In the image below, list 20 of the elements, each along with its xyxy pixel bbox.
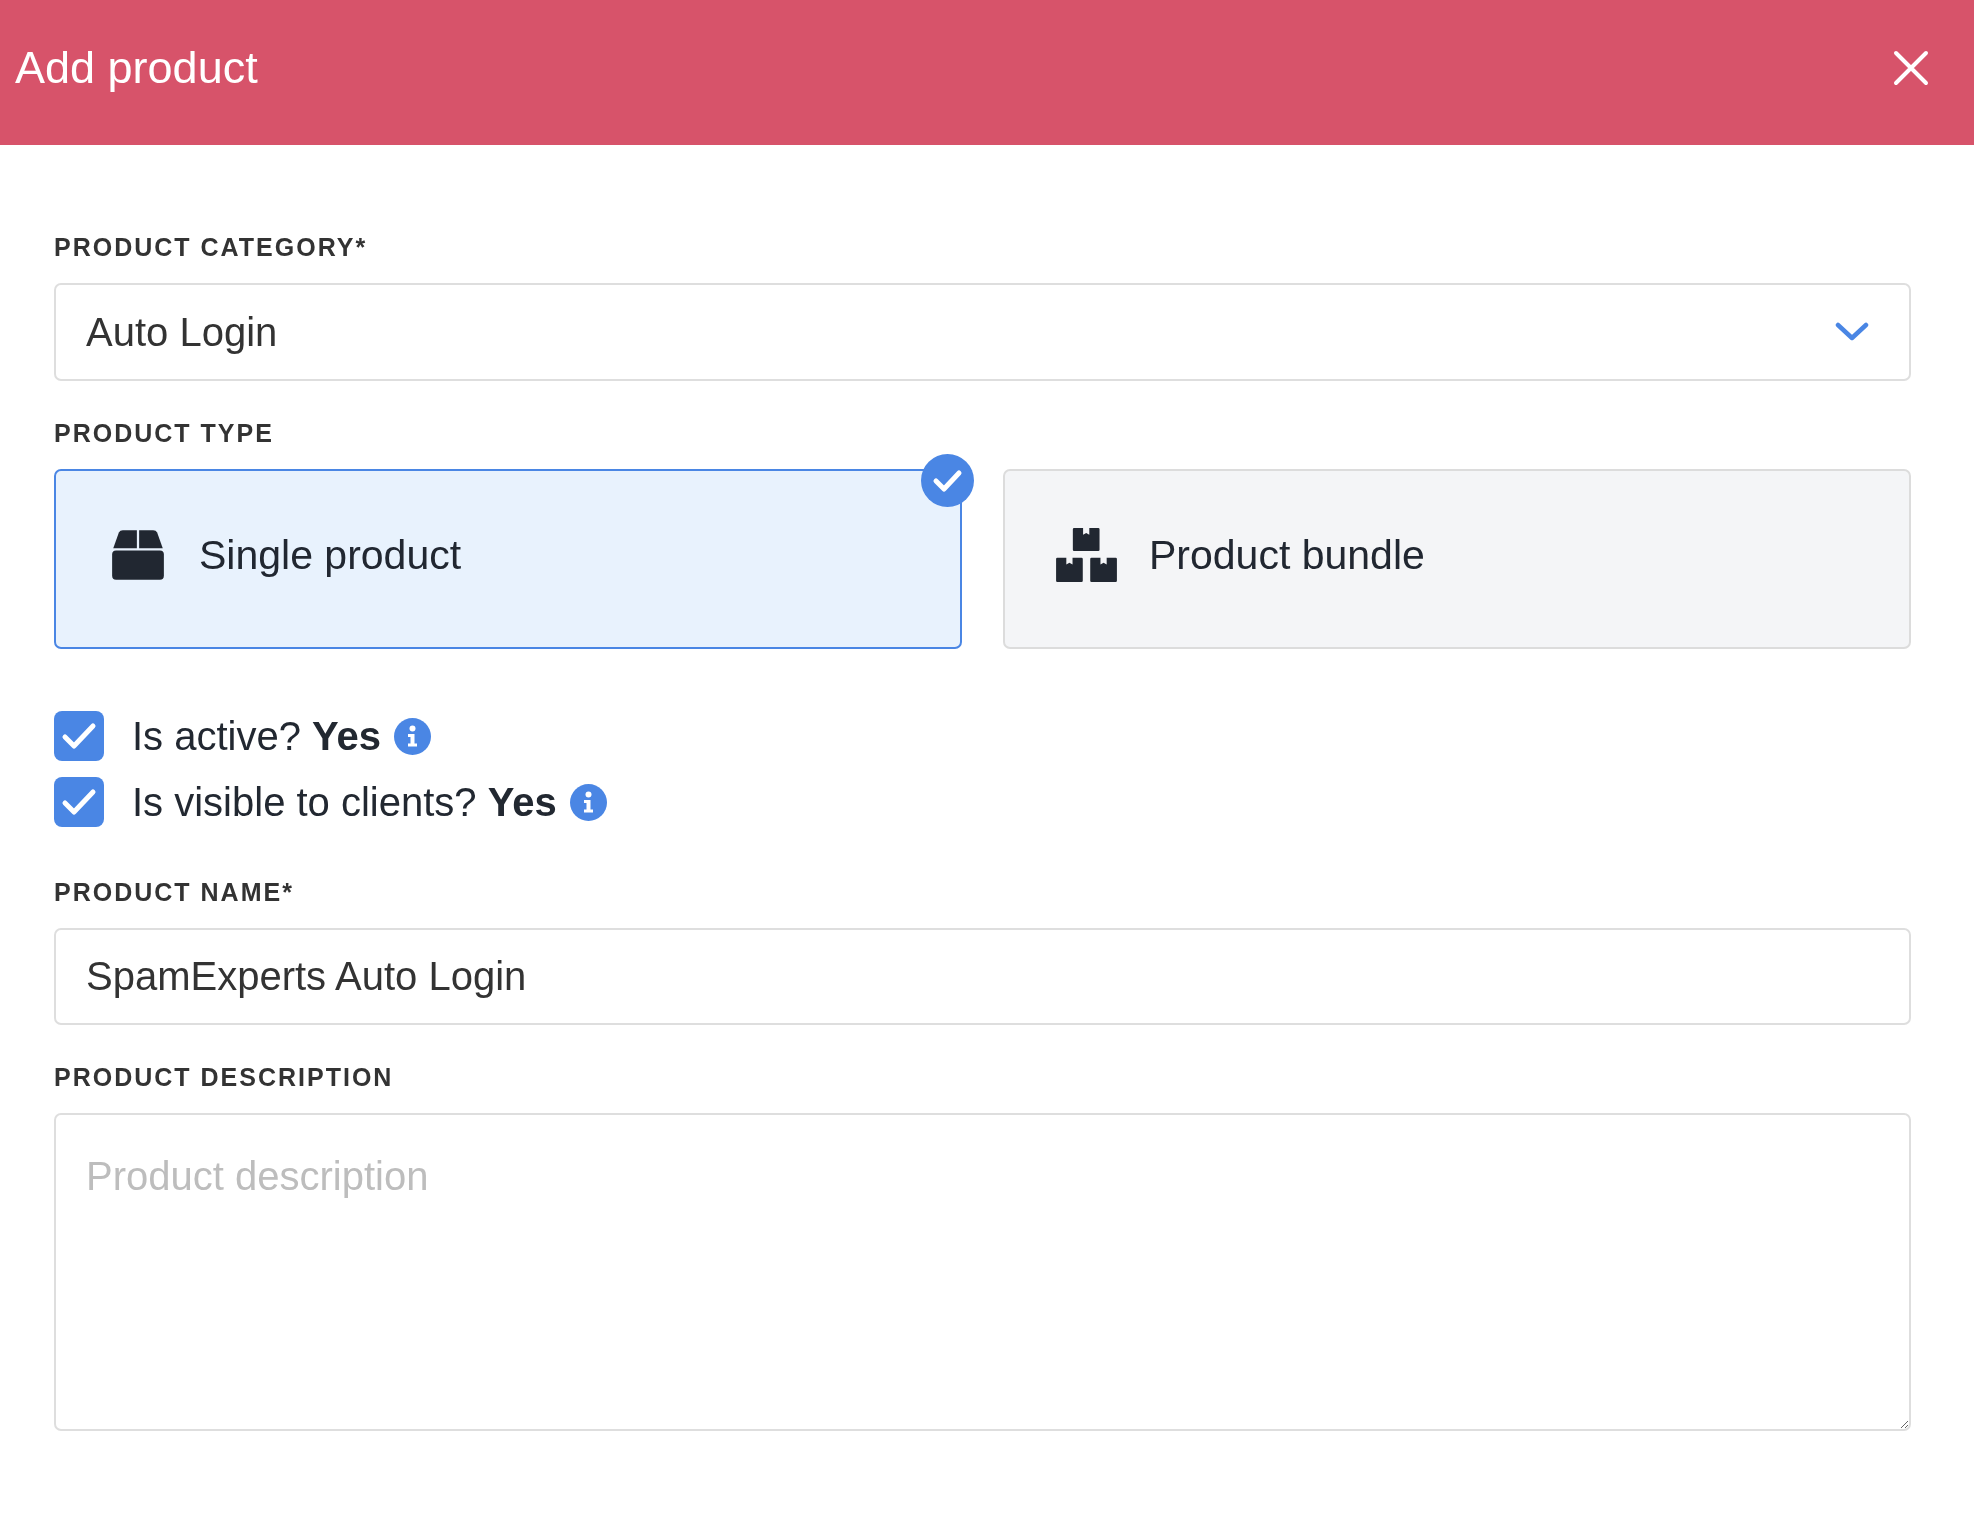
dialog-title: Add product	[15, 40, 258, 95]
category-select[interactable]: Auto Login	[54, 283, 1911, 381]
box-icon	[111, 529, 165, 581]
field-label: PRODUCT TYPE	[54, 418, 274, 448]
chevron-down-icon	[1835, 321, 1869, 343]
option-card[interactable]: Product bundle	[1003, 469, 1911, 649]
close-icon[interactable]	[1893, 49, 1929, 86]
description-field[interactable]: Product description	[54, 1113, 1911, 1431]
toggle-label: Is active? Yes	[132, 713, 382, 759]
field-label: PRODUCT DESCRIPTION	[54, 1062, 394, 1092]
checkbox[interactable]	[54, 777, 104, 827]
info-icon[interactable]	[394, 717, 432, 755]
field-label: PRODUCT NAME*	[54, 877, 294, 907]
info-icon[interactable]	[569, 783, 607, 821]
product-name-field[interactable]: SpamExperts Auto Login	[54, 928, 1911, 1025]
field-label: PRODUCT CATEGORY*	[54, 232, 368, 262]
toggle-label: Is visible to clients? Yes	[132, 779, 557, 825]
checkbox[interactable]	[54, 711, 104, 761]
check-badge-icon	[921, 454, 974, 507]
stacked-boxes-icon	[1056, 528, 1117, 582]
